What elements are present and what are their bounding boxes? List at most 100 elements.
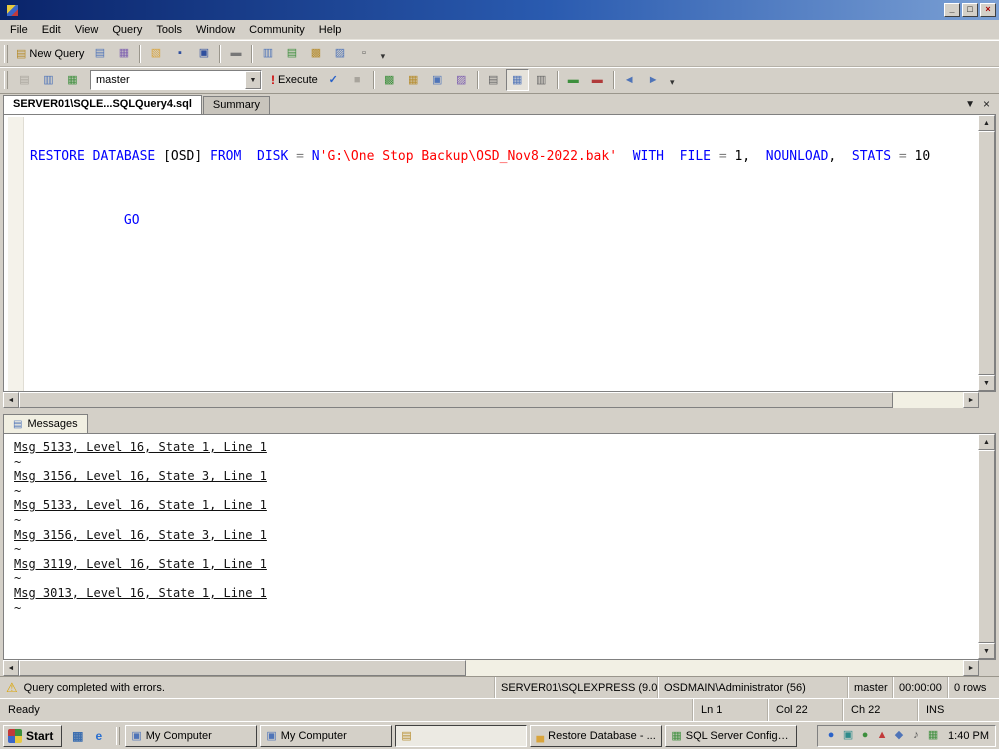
menu-item-query[interactable]: Query [105,21,149,39]
tab-close-icon[interactable]: × [983,97,990,111]
parse-icon: ✓ [329,75,338,86]
scrollbar-track[interactable] [466,660,963,676]
execute-button[interactable]: ! Execute [268,69,321,91]
scrollbar-thumb[interactable] [19,660,466,676]
results-to-file-button[interactable]: ▥ [530,69,553,91]
tray-volume-icon[interactable]: ♪ [909,730,923,741]
tab-sqlquery4[interactable]: SERVER01\SQLE...SQLQuery4.sql [3,95,202,114]
taskbar-button[interactable]: ▣My Computer [125,725,257,747]
registered-servers-button[interactable]: ▥ [256,43,279,65]
sql-token: = [296,149,312,164]
database-combo[interactable]: master ▼ [90,70,262,90]
show-estimated-plan-button[interactable]: ▩ [378,69,401,91]
editor-horizontal-scrollbar[interactable]: ◄ ► [3,392,996,408]
scroll-right-icon[interactable]: ► [963,660,979,676]
sql-editor-toolbar: ▤▥▦ master ▼ ! Execute ✓ ■ ▩▦▣▨▤▦▥▬▬◄► ▾ [0,66,999,93]
scroll-down-icon[interactable]: ▼ [978,643,995,659]
scroll-down-icon[interactable]: ▼ [978,375,995,391]
properties-window-button[interactable]: ▫ [352,43,375,65]
comment-lines-button[interactable]: ▬ [562,69,585,91]
tab-messages[interactable]: ▤ Messages [3,414,88,433]
menu-item-file[interactable]: File [3,21,35,39]
restore-database-icon: ▄ [536,730,544,742]
messages-content[interactable]: Msg 5133, Level 16, State 1, Line 1~Msg … [4,434,978,659]
taskbar-button[interactable]: ▄Restore Database - ... [530,725,662,747]
template-explorer-button[interactable]: ▨ [328,43,351,65]
menu-item-view[interactable]: View [68,21,106,39]
messages-icon: ▤ [13,419,22,430]
print-button[interactable]: ▬ [224,43,247,65]
summary-page-button[interactable]: ▤ [280,43,303,65]
menu-item-community[interactable]: Community [242,21,312,39]
design-query-button[interactable]: ▣ [426,69,449,91]
tray-safely-remove-icon[interactable]: ◆ [892,730,906,741]
title-bar[interactable]: _ □ × [0,0,999,20]
menu-item-edit[interactable]: Edit [35,21,68,39]
save-all-button[interactable]: ▣ [192,43,215,65]
start-button[interactable]: Start [3,725,62,747]
tab-summary[interactable]: Summary [203,96,270,114]
tray-agent-icon[interactable]: ● [858,730,872,741]
editor-selection-margin [8,117,24,391]
scrollbar-thumb[interactable] [978,450,995,643]
quick-launch-show-desktop-icon[interactable]: ▦ [69,727,86,744]
parse-query-button[interactable]: ✓ [322,69,345,91]
menu-item-window[interactable]: Window [189,21,242,39]
open-file-button[interactable]: ▧ [144,43,167,65]
change-connection-button[interactable]: ▦ [61,69,84,91]
menu-item-tools[interactable]: Tools [149,21,189,39]
toolbar-overflow-icon[interactable]: ▾ [666,69,679,91]
combo-dropdown-icon[interactable]: ▼ [245,71,261,89]
tray-antivirus-icon[interactable]: ▣ [841,730,855,741]
object-explorer-button[interactable]: ▩ [304,43,327,65]
tray-icons: ●▣●▲◆♪▦ [824,730,940,741]
taskbar-button[interactable]: ▤ [395,725,527,747]
maximize-button[interactable]: □ [962,3,978,17]
scroll-right-icon[interactable]: ► [963,392,979,408]
toolbar-grip[interactable] [4,71,8,89]
new-analysis-service-query-button[interactable]: ▦ [112,43,135,65]
editor-vertical-scrollbar[interactable]: ▲ ▼ [978,115,995,391]
results-to-grid-button[interactable]: ▦ [506,69,529,91]
message-line: Msg 5133, Level 16, State 1, Line 1 [14,440,978,455]
decrease-indent-button[interactable]: ◄ [618,69,641,91]
status-duration: 00:00:00 [892,677,947,698]
messages-horizontal-scrollbar[interactable]: ◄ ► [3,660,996,676]
sql-editor[interactable]: RESTORE DATABASE [OSD] FROM DISK = N'G:\… [4,115,978,391]
new-database-engine-query-button[interactable]: ▤ [88,43,111,65]
scroll-up-icon[interactable]: ▲ [978,434,995,450]
disconnect-button[interactable]: ▥ [37,69,60,91]
taskbar-button[interactable]: ▦SQL Server Configur... [665,725,797,747]
scroll-left-icon[interactable]: ◄ [3,392,19,408]
scrollbar-track[interactable] [893,392,963,408]
document-tab-row: SERVER01\SQLE...SQLQuery4.sql Summary ▼ … [0,94,999,114]
results-to-text-button[interactable]: ▤ [482,69,505,91]
specify-template-values-button[interactable]: ▨ [450,69,473,91]
scroll-left-icon[interactable]: ◄ [3,660,19,676]
toolbar-separator [557,71,558,89]
toolbar-overflow-icon[interactable]: ▾ [376,43,389,65]
menu-item-help[interactable]: Help [312,21,349,39]
registered-servers-icon: ▥ [263,48,273,59]
quick-launch-internet-explorer-icon[interactable]: e [90,727,107,744]
messages-vertical-scrollbar[interactable]: ▲ ▼ [978,434,995,659]
uncomment-lines-button[interactable]: ▬ [586,69,609,91]
minimize-button[interactable]: _ [944,3,960,17]
increase-indent-button[interactable]: ► [642,69,665,91]
status-line: Ln 1 [692,699,767,721]
new-query-button[interactable]: ▤ New Query [13,43,87,65]
tab-list-dropdown-icon[interactable]: ▼ [965,99,975,110]
save-button[interactable]: ▪ [168,43,191,65]
toolbar-grip[interactable] [4,45,8,63]
scrollbar-thumb[interactable] [978,131,995,375]
tray-network-icon[interactable]: ▦ [926,730,940,741]
scrollbar-thumb[interactable] [19,392,893,408]
tray-messenger-icon[interactable]: ● [824,730,838,741]
close-button[interactable]: × [980,3,996,17]
tray-alert-icon[interactable]: ▲ [875,730,889,741]
analyze-query-button[interactable]: ▦ [402,69,425,91]
taskbar-button[interactable]: ▣My Computer [260,725,392,747]
sql-token: NOUNLOAD [766,149,829,164]
toolbar-separator [139,45,140,63]
scroll-up-icon[interactable]: ▲ [978,115,995,131]
